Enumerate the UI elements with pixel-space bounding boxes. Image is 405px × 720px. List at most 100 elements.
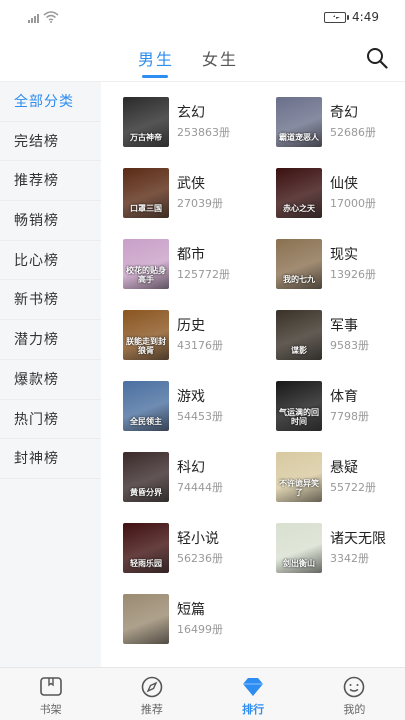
sidebar-item-recommended[interactable]: 推荐榜 [0, 161, 101, 202]
book-cover-title: 校花的贴身高手 [126, 266, 166, 284]
tabbar-profile[interactable]: 我的 [304, 668, 405, 720]
book-cover: 我的七九 [276, 239, 322, 289]
category-item[interactable]: 赤心之天 仙侠 17000册 [276, 168, 403, 218]
tabbar-ranking-label: 排行 [242, 703, 265, 716]
category-count: 43176册 [177, 339, 223, 352]
category-name: 仙侠 [330, 176, 358, 192]
category-count: 27039册 [177, 197, 223, 210]
book-cover: 校花的贴身高手 [123, 239, 169, 289]
profile-icon [344, 676, 365, 698]
ranking-icon [243, 678, 264, 696]
book-cover-title: 万古神帝 [130, 133, 162, 142]
category-item[interactable]: 轻雨乐园 轻小说 56236册 [123, 523, 276, 573]
category-item[interactable]: 谍影 军事 9583册 [276, 310, 403, 360]
category-name: 玄幻 [177, 105, 205, 121]
category-count: 56236册 [177, 552, 223, 565]
sidebar-item-hot[interactable]: 热门榜 [0, 400, 101, 440]
category-item[interactable]: 万古神帝 玄幻 253863册 [123, 97, 276, 147]
category-name: 现实 [330, 247, 358, 263]
ranking-sidebar: 全部分类 完结榜 推荐榜 畅销榜 比心榜 新书榜 潜力榜 爆款榜 热门榜 封神榜 [0, 82, 101, 667]
category-count: 74444册 [177, 481, 223, 494]
sidebar-item-potential[interactable]: 潜力榜 [0, 320, 101, 360]
category-count: 52686册 [330, 126, 376, 139]
category-name: 武侠 [177, 176, 205, 192]
category-item[interactable]: 不许诡异笑了 悬疑 55722册 [276, 452, 403, 502]
book-cover: 黄昏分界 [123, 452, 169, 502]
category-item[interactable]: 我的七九 现实 13926册 [276, 239, 403, 289]
category-item[interactable]: 霸道宠恶人 奇幻 52686册 [276, 97, 403, 147]
category-name: 历史 [177, 318, 205, 334]
category-count: 7798册 [330, 410, 369, 423]
category-content: 万古神帝 玄幻 253863册 霸道宠恶人 奇幻 52686册 口罩三国 武侠 27039册 赤心… [101, 82, 405, 667]
book-cover: 霸道宠恶人 [276, 97, 322, 147]
category-name: 体育 [330, 389, 358, 405]
search-icon[interactable] [365, 46, 389, 70]
book-cover-title: 轻雨乐园 [130, 559, 162, 568]
book-cover: 赤心之天 [276, 168, 322, 218]
category-count: 17000册 [330, 197, 376, 210]
category-count: 13926册 [330, 268, 376, 281]
book-cover-title: 剑出衡山 [283, 559, 315, 568]
book-cover: 朕能走到封狼胥 [123, 310, 169, 360]
category-name: 短篇 [177, 602, 205, 618]
category-item[interactable]: 剑出衡山 诸天无限 3342册 [276, 523, 403, 573]
category-name: 游戏 [177, 389, 205, 405]
category-item[interactable]: 黄昏分界 科幻 74444册 [123, 452, 276, 502]
category-count: 55722册 [330, 481, 376, 494]
bookshelf-icon [39, 677, 62, 696]
book-cover-title: 霸道宠恶人 [279, 133, 319, 142]
category-name: 都市 [177, 247, 205, 263]
category-item[interactable]: 气运满的回时间 体育 7798册 [276, 381, 403, 431]
category-name: 奇幻 [330, 105, 358, 121]
wifi-icon [43, 11, 59, 23]
sidebar-item-bestseller[interactable]: 畅销榜 [0, 201, 101, 241]
tab-female[interactable]: 女生 [202, 46, 238, 78]
category-name: 诸天无限 [330, 531, 386, 547]
category-count: 125772册 [177, 268, 230, 281]
signal-icon [28, 14, 39, 23]
category-grid: 万古神帝 玄幻 253863册 霸道宠恶人 奇幻 52686册 口罩三国 武侠 27039册 赤心… [123, 97, 403, 644]
sidebar-item-completed[interactable]: 完结榜 [0, 122, 101, 162]
book-cover-title: 赤心之天 [283, 204, 315, 213]
book-cover-title: 谍影 [291, 346, 307, 355]
compass-icon [141, 676, 163, 698]
book-cover-title: 不许诡异笑了 [279, 479, 319, 497]
tab-male[interactable]: 男生 [138, 46, 174, 78]
category-count: 54453册 [177, 410, 223, 423]
category-name: 轻小说 [177, 531, 219, 547]
category-item[interactable]: 短篇 16499册 [123, 594, 276, 644]
category-item[interactable]: 校花的贴身高手 都市 125772册 [123, 239, 276, 289]
book-cover: 不许诡异笑了 [276, 452, 322, 502]
book-cover-title: 黄昏分界 [130, 488, 162, 497]
status-time: 4:49 [352, 10, 379, 24]
category-count: 253863册 [177, 126, 230, 139]
gender-tabs: 男生 女生 [138, 46, 238, 78]
sidebar-item-heart[interactable]: 比心榜 [0, 241, 101, 281]
tabbar-ranking[interactable]: 排行 [203, 668, 304, 720]
book-cover: 轻雨乐园 [123, 523, 169, 573]
book-cover [123, 594, 169, 644]
category-item[interactable]: 朕能走到封狼胥 历史 43176册 [123, 310, 276, 360]
category-count: 9583册 [330, 339, 369, 352]
book-cover: 全民领主 [123, 381, 169, 431]
book-cover-title: 全民领主 [130, 417, 162, 426]
category-item[interactable]: 口罩三国 武侠 27039册 [123, 168, 276, 218]
book-cover: 谍影 [276, 310, 322, 360]
signal-area [28, 11, 59, 23]
status-bar: 4:49 [0, 0, 405, 36]
book-cover: 气运满的回时间 [276, 381, 322, 431]
category-item[interactable]: 全民领主 游戏 54453册 [123, 381, 276, 431]
sidebar-item-all[interactable]: 全部分类 [0, 82, 101, 122]
category-name: 悬疑 [330, 460, 358, 476]
book-cover-title: 口罩三国 [130, 204, 162, 213]
tabbar-recommend[interactable]: 推荐 [101, 668, 202, 720]
category-name: 科幻 [177, 460, 205, 476]
book-cover-title: 我的七九 [283, 275, 315, 284]
sidebar-item-new[interactable]: 新书榜 [0, 280, 101, 321]
top-header: 男生 女生 [0, 36, 405, 82]
battery-icon [324, 11, 350, 23]
sidebar-item-legend[interactable]: 封神榜 [0, 439, 101, 479]
category-count: 16499册 [177, 623, 223, 636]
sidebar-item-viral[interactable]: 爆款榜 [0, 360, 101, 400]
tabbar-bookshelf[interactable]: 书架 [0, 668, 101, 720]
